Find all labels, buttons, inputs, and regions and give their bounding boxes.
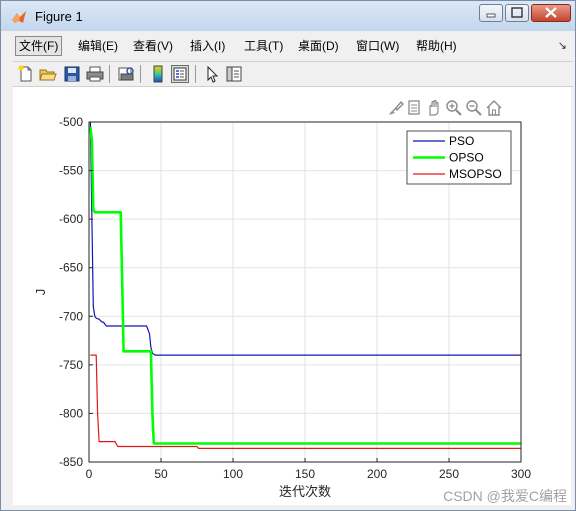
print-icon[interactable] [86,65,104,83]
x-tick-label: 150 [295,467,315,481]
save-icon[interactable] [63,65,81,83]
toolbar-separator [195,65,196,83]
legend-toggle-button[interactable] [171,65,189,83]
y-tick-label: -750 [59,358,83,372]
window-title: Figure 1 [35,9,83,24]
line-chart: 0 50 100 150 200 250 300 -500 -550 -600 -650 -700 -7… [33,115,567,504]
figure-toolbar [13,61,573,87]
x-axis-label: 迭代次数 [279,484,331,499]
maximize-button[interactable] [505,4,529,22]
y-tick-label: -800 [59,406,83,420]
x-tick-label: 300 [511,467,531,481]
menu-edit[interactable]: 编辑(E) [75,37,121,55]
legend-label: PSO [449,134,474,148]
x-tick-label: 0 [86,467,93,481]
pointer-icon[interactable] [203,65,221,83]
menu-view[interactable]: 查看(V) [130,37,176,55]
menu-bar: 文件(F) 编辑(E) 查看(V) 插入(I) 工具(T) 桌面(D) 窗口(W… [13,35,573,57]
y-tick-label: -600 [59,212,83,226]
x-tick-label: 100 [223,467,243,481]
close-button[interactable] [531,4,571,22]
minimize-icon [486,13,496,18]
menu-tools[interactable]: 工具(T) [241,37,286,55]
print-preview-icon[interactable] [117,65,135,83]
toolbar-separator [109,65,110,83]
property-editor-icon[interactable] [225,65,243,83]
toolbar-separator [140,65,141,83]
y-tick-label: -650 [59,261,83,275]
series-line-msopso [90,354,521,449]
x-tick-label: 250 [439,467,459,481]
menu-insert[interactable]: 插入(I) [187,37,228,55]
menu-help[interactable]: 帮助(H) [413,37,460,55]
legend-label: OPSO [449,151,484,165]
y-tick-label: -550 [59,164,83,178]
title-bar: Figure 1 [1,1,575,31]
menu-window[interactable]: 窗口(W) [353,37,402,55]
y-tick-label: -700 [59,309,83,323]
legend-label: MSOPSO [449,167,502,181]
y-tick-label: -850 [59,455,83,469]
open-file-icon[interactable] [39,65,57,83]
y-tick-label: -500 [59,115,83,129]
close-icon [545,7,557,18]
chevron-icon[interactable]: ↘ [558,39,567,52]
x-tick-label: 200 [367,467,387,481]
y-axis-label: J [33,289,48,296]
new-figure-icon[interactable] [17,65,35,83]
watermark-text: CSDN @我爱C编程 [443,488,567,504]
legend-icon [173,67,187,81]
figure-window: Figure 1 文件(F) 编辑(E) 查看(V) 插入(I) 工具(T) 桌… [0,0,576,511]
colorbar-icon[interactable] [149,65,167,83]
menu-desktop[interactable]: 桌面(D) [295,37,342,55]
figure-canvas: 0 50 100 150 200 250 300 -500 -550 -600 -650 -700 -7… [13,87,571,505]
matlab-logo-icon [12,11,26,23]
maximize-icon [511,7,523,18]
legend[interactable]: PSO OPSO MSOPSO [406,130,512,185]
menu-file[interactable]: 文件(F) [15,36,63,56]
minimize-button[interactable] [479,4,503,22]
x-tick-label: 50 [154,467,168,481]
